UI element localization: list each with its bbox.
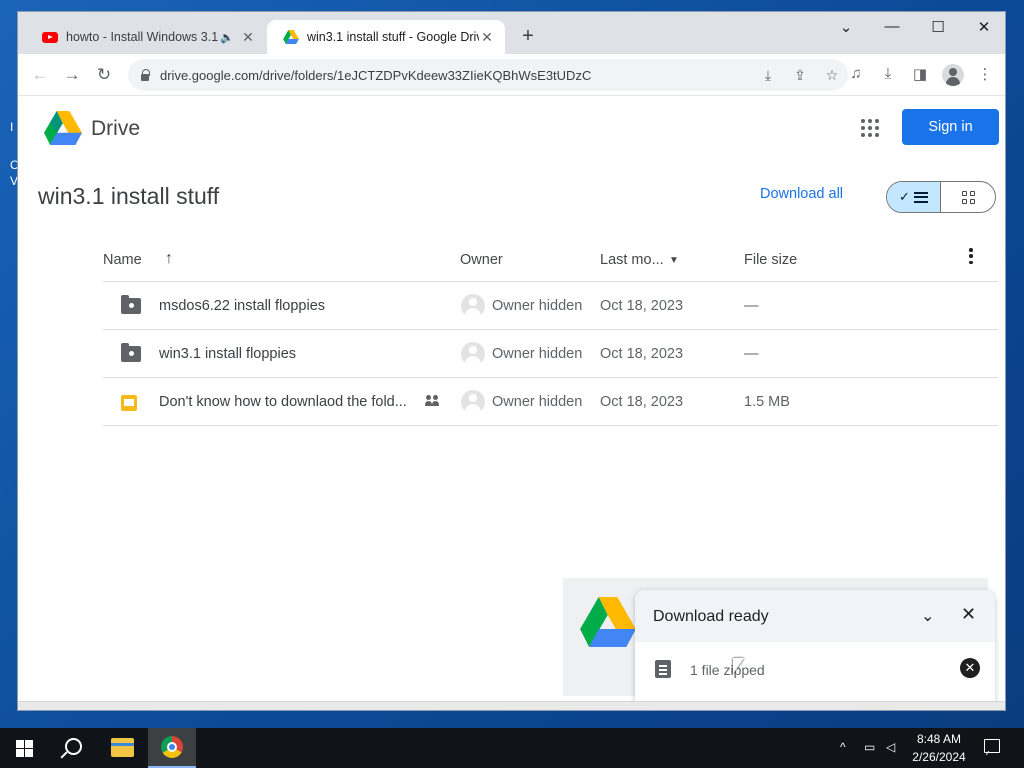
sign-in-button[interactable]: Sign in <box>902 109 999 145</box>
download-panel-header: Download ready ⌄ ✕ <box>635 590 995 642</box>
speaker-icon[interactable]: 🔈 <box>220 31 234 44</box>
side-panel-icon[interactable]: ◨ <box>908 65 932 83</box>
profile-avatar-icon[interactable] <box>942 64 964 86</box>
tray-chevron-icon[interactable]: ^ <box>840 740 846 754</box>
owner-avatar-icon <box>461 342 485 366</box>
network-icon[interactable]: ▭ <box>864 740 875 754</box>
file-name[interactable]: msdos6.22 install floppies <box>159 298 325 314</box>
table-row[interactable]: msdos6.22 install floppies Owner hidden … <box>103 282 998 330</box>
list-icon <box>913 191 928 203</box>
table-header: Name ↑ Owner Last mo... ▼ File size <box>103 235 998 282</box>
view-toggle: ✓ <box>886 181 996 213</box>
notification-icon[interactable] <box>984 739 1000 753</box>
back-button[interactable]: ← <box>29 65 51 85</box>
tab-title: howto - Install Windows 3.1 on <box>66 30 221 44</box>
browser-toolbar: ← → ↻ drive.google.com/drive/folders/1eJ… <box>18 54 1005 96</box>
modified-date: Oct 18, 2023 <box>600 394 684 410</box>
new-tab-button[interactable]: + <box>518 25 538 48</box>
column-header-name[interactable]: Name <box>103 252 142 268</box>
downloads-icon[interactable]: ⤓ <box>876 65 900 82</box>
modified-date: Oct 18, 2023 <box>600 298 684 314</box>
tab-google-drive[interactable]: win3.1 install stuff - Google Drive ✕ <box>267 20 505 54</box>
download-status: 1 file zipped <box>690 662 765 678</box>
grid-view-button[interactable] <box>941 182 995 212</box>
check-icon: ✓ <box>899 189 910 204</box>
folder-title: win3.1 install stuff <box>38 183 220 209</box>
youtube-icon <box>42 31 58 43</box>
google-drive-favicon <box>283 30 299 44</box>
download-ready-panel: Download ready ⌄ ✕ 1 file zipped ✕ <box>635 590 995 710</box>
tab-youtube[interactable]: howto - Install Windows 3.1 on 🔈 ✕ <box>26 20 266 54</box>
search-icon[interactable] <box>60 737 82 759</box>
volume-muted-icon[interactable]: ◁ <box>886 740 895 754</box>
grid-icon <box>961 190 975 204</box>
windows-start-icon[interactable] <box>16 740 33 757</box>
slides-file-icon <box>121 394 137 411</box>
shared-people-icon <box>425 395 441 407</box>
reload-button[interactable]: ↻ <box>93 65 115 85</box>
owner-avatar-icon <box>461 390 485 414</box>
tab-strip: howto - Install Windows 3.1 on 🔈 ✕ win3.… <box>18 12 1005 54</box>
sort-caret-down-icon[interactable]: ▼ <box>669 255 679 266</box>
share-icon[interactable]: ⇪ <box>784 67 816 84</box>
download-panel-title: Download ready <box>653 608 769 625</box>
chrome-icon <box>161 736 183 758</box>
windows-taskbar: ^ ▭ ◁ 8:48 AM 2/26/2024 <box>0 728 1024 768</box>
minimize-button[interactable]: — <box>877 18 907 35</box>
close-window-button[interactable]: ✕ <box>969 18 999 36</box>
google-drive-logo-icon <box>580 597 636 647</box>
zip-file-icon <box>655 660 671 678</box>
desktop-icon-fragment: I <box>10 120 14 134</box>
file-table: Name ↑ Owner Last mo... ▼ File size msdo… <box>103 235 998 426</box>
media-controls-icon[interactable]: ♫ <box>844 65 868 82</box>
browser-menu-icon[interactable]: ⋮ <box>973 65 997 83</box>
column-header-file-size: File size <box>744 252 798 268</box>
list-view-button[interactable]: ✓ <box>887 182 942 212</box>
google-drive-logo-icon[interactable] <box>44 111 82 145</box>
download-all-button[interactable]: Download all <box>760 186 843 202</box>
clock-time: 8:48 AM <box>916 732 962 746</box>
file-name[interactable]: Don't know how to downlaod the fold... <box>159 394 407 410</box>
browser-window: howto - Install Windows 3.1 on 🔈 ✕ win3.… <box>17 11 1006 711</box>
lock-icon[interactable] <box>140 69 150 81</box>
owner-text: Owner hidden <box>492 346 583 362</box>
owner-avatar-icon <box>461 294 485 318</box>
file-size: — <box>744 298 759 314</box>
file-size: — <box>744 346 759 362</box>
chrome-taskbar-button[interactable] <box>148 728 196 768</box>
chevron-down-icon[interactable]: ⌄ <box>921 606 934 626</box>
column-header-owner: Owner <box>460 252 503 268</box>
drive-brand-name[interactable]: Drive <box>91 117 140 141</box>
table-row[interactable]: win3.1 install floppies Owner hidden Oct… <box>103 330 998 378</box>
install-app-icon[interactable]: ⤓ <box>752 67 784 84</box>
shared-folder-icon <box>121 343 141 362</box>
sort-arrow-up-icon[interactable]: ↑ <box>165 250 173 268</box>
system-clock[interactable]: 8:48 AM 2/26/2024 <box>900 730 978 766</box>
close-icon[interactable]: ✕ <box>961 604 976 625</box>
address-bar[interactable]: drive.google.com/drive/folders/1eJCTZDPv… <box>128 59 848 91</box>
tab-close-icon[interactable]: ✕ <box>479 29 495 46</box>
table-row[interactable]: Don't know how to downlaod the fold... O… <box>103 378 998 426</box>
horizontal-scrollbar[interactable] <box>18 701 1005 710</box>
shared-folder-icon <box>121 295 141 314</box>
tab-close-icon[interactable]: ✕ <box>240 29 256 46</box>
column-header-last-modified[interactable]: Last mo... <box>600 252 664 268</box>
file-size: 1.5 MB <box>744 394 790 410</box>
file-explorer-icon[interactable] <box>111 738 134 757</box>
google-apps-icon[interactable] <box>861 119 879 137</box>
tab-search-icon[interactable]: ⌄ <box>831 18 861 36</box>
clock-date: 2/26/2024 <box>912 750 966 764</box>
maximize-button[interactable]: ☐ <box>923 18 953 36</box>
modified-date: Oct 18, 2023 <box>600 346 684 362</box>
owner-text: Owner hidden <box>492 394 583 410</box>
more-options-icon[interactable] <box>969 248 973 264</box>
cancel-download-icon[interactable]: ✕ <box>960 658 980 678</box>
owner-text: Owner hidden <box>492 298 583 314</box>
tab-title: win3.1 install stuff - Google Drive <box>307 30 479 44</box>
forward-button[interactable]: → <box>61 65 83 85</box>
url-text[interactable]: drive.google.com/drive/folders/1eJCTZDPv… <box>160 68 752 83</box>
file-name[interactable]: win3.1 install floppies <box>159 346 296 362</box>
